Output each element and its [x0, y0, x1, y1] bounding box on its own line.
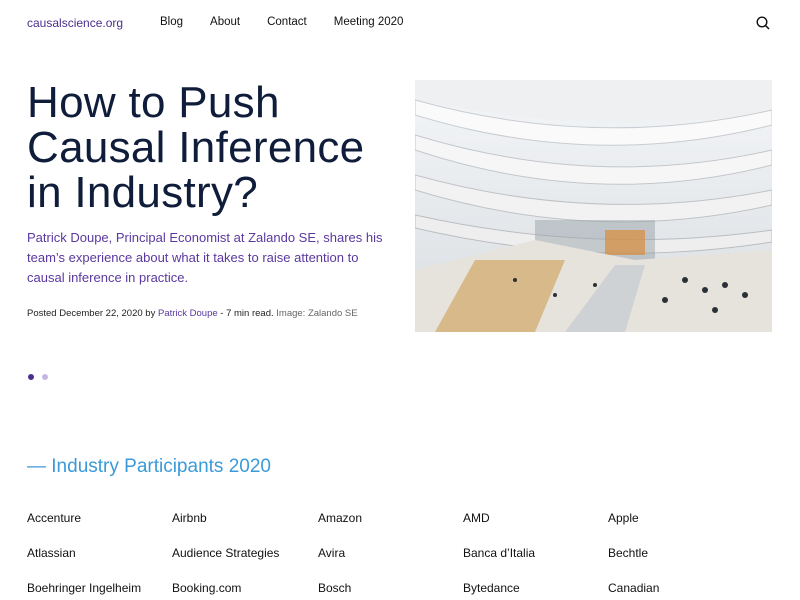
nav-meeting-2020[interactable]: Meeting 2020	[334, 16, 404, 28]
article-meta: Posted December 22, 2020 by Patrick Doup…	[27, 308, 358, 319]
main-nav: Blog About Contact Meeting 2020	[160, 16, 430, 28]
atrium-illustration	[415, 80, 772, 332]
participant: Accenture	[27, 511, 82, 525]
participant: Boehringer Ingelheim	[27, 581, 142, 595]
participant: Airbnb	[172, 511, 207, 525]
participant: Bechtle	[608, 546, 649, 560]
carousel-dot-1[interactable]	[28, 374, 34, 380]
participant: Banca d’Italia	[463, 546, 536, 560]
article-title[interactable]: How to Push Causal Inference in Industry…	[27, 80, 397, 215]
participant: Bytedance	[463, 581, 520, 595]
participant: Booking.com	[172, 581, 242, 595]
article-lead: Patrick Doupe, Principal Economist at Za…	[27, 230, 383, 285]
meta-posted: Posted December 22, 2020 by	[27, 308, 156, 319]
nav-contact[interactable]: Contact	[267, 16, 307, 28]
nav-about[interactable]: About	[210, 16, 240, 28]
participant: Amazon	[318, 511, 363, 525]
participants-heading: — Industry Participants 2020	[27, 456, 271, 477]
participant: Audience Strategies	[172, 546, 280, 560]
author-link[interactable]: Patrick Doupe	[158, 308, 218, 319]
carousel-dot-2[interactable]	[42, 374, 48, 380]
participant: Bosch	[318, 581, 352, 595]
carousel-dots	[28, 374, 48, 380]
site-logo-link[interactable]: causalscience.org	[27, 16, 123, 30]
participant: Avira	[318, 546, 346, 560]
search-icon[interactable]	[756, 16, 770, 30]
hero-image[interactable]	[415, 80, 772, 332]
participants-grid: Accenture Airbnb Amazon AMD Apple Atlass…	[27, 511, 753, 596]
participant: AMD	[463, 511, 490, 525]
participant: Apple	[608, 511, 639, 525]
image-credit: Image: Zalando SE	[276, 308, 358, 319]
nav-blog[interactable]: Blog	[160, 16, 183, 28]
participant: Canadian	[608, 581, 660, 595]
participant: Atlassian	[27, 546, 76, 560]
meta-read-time: - 7 min read.	[220, 308, 274, 319]
